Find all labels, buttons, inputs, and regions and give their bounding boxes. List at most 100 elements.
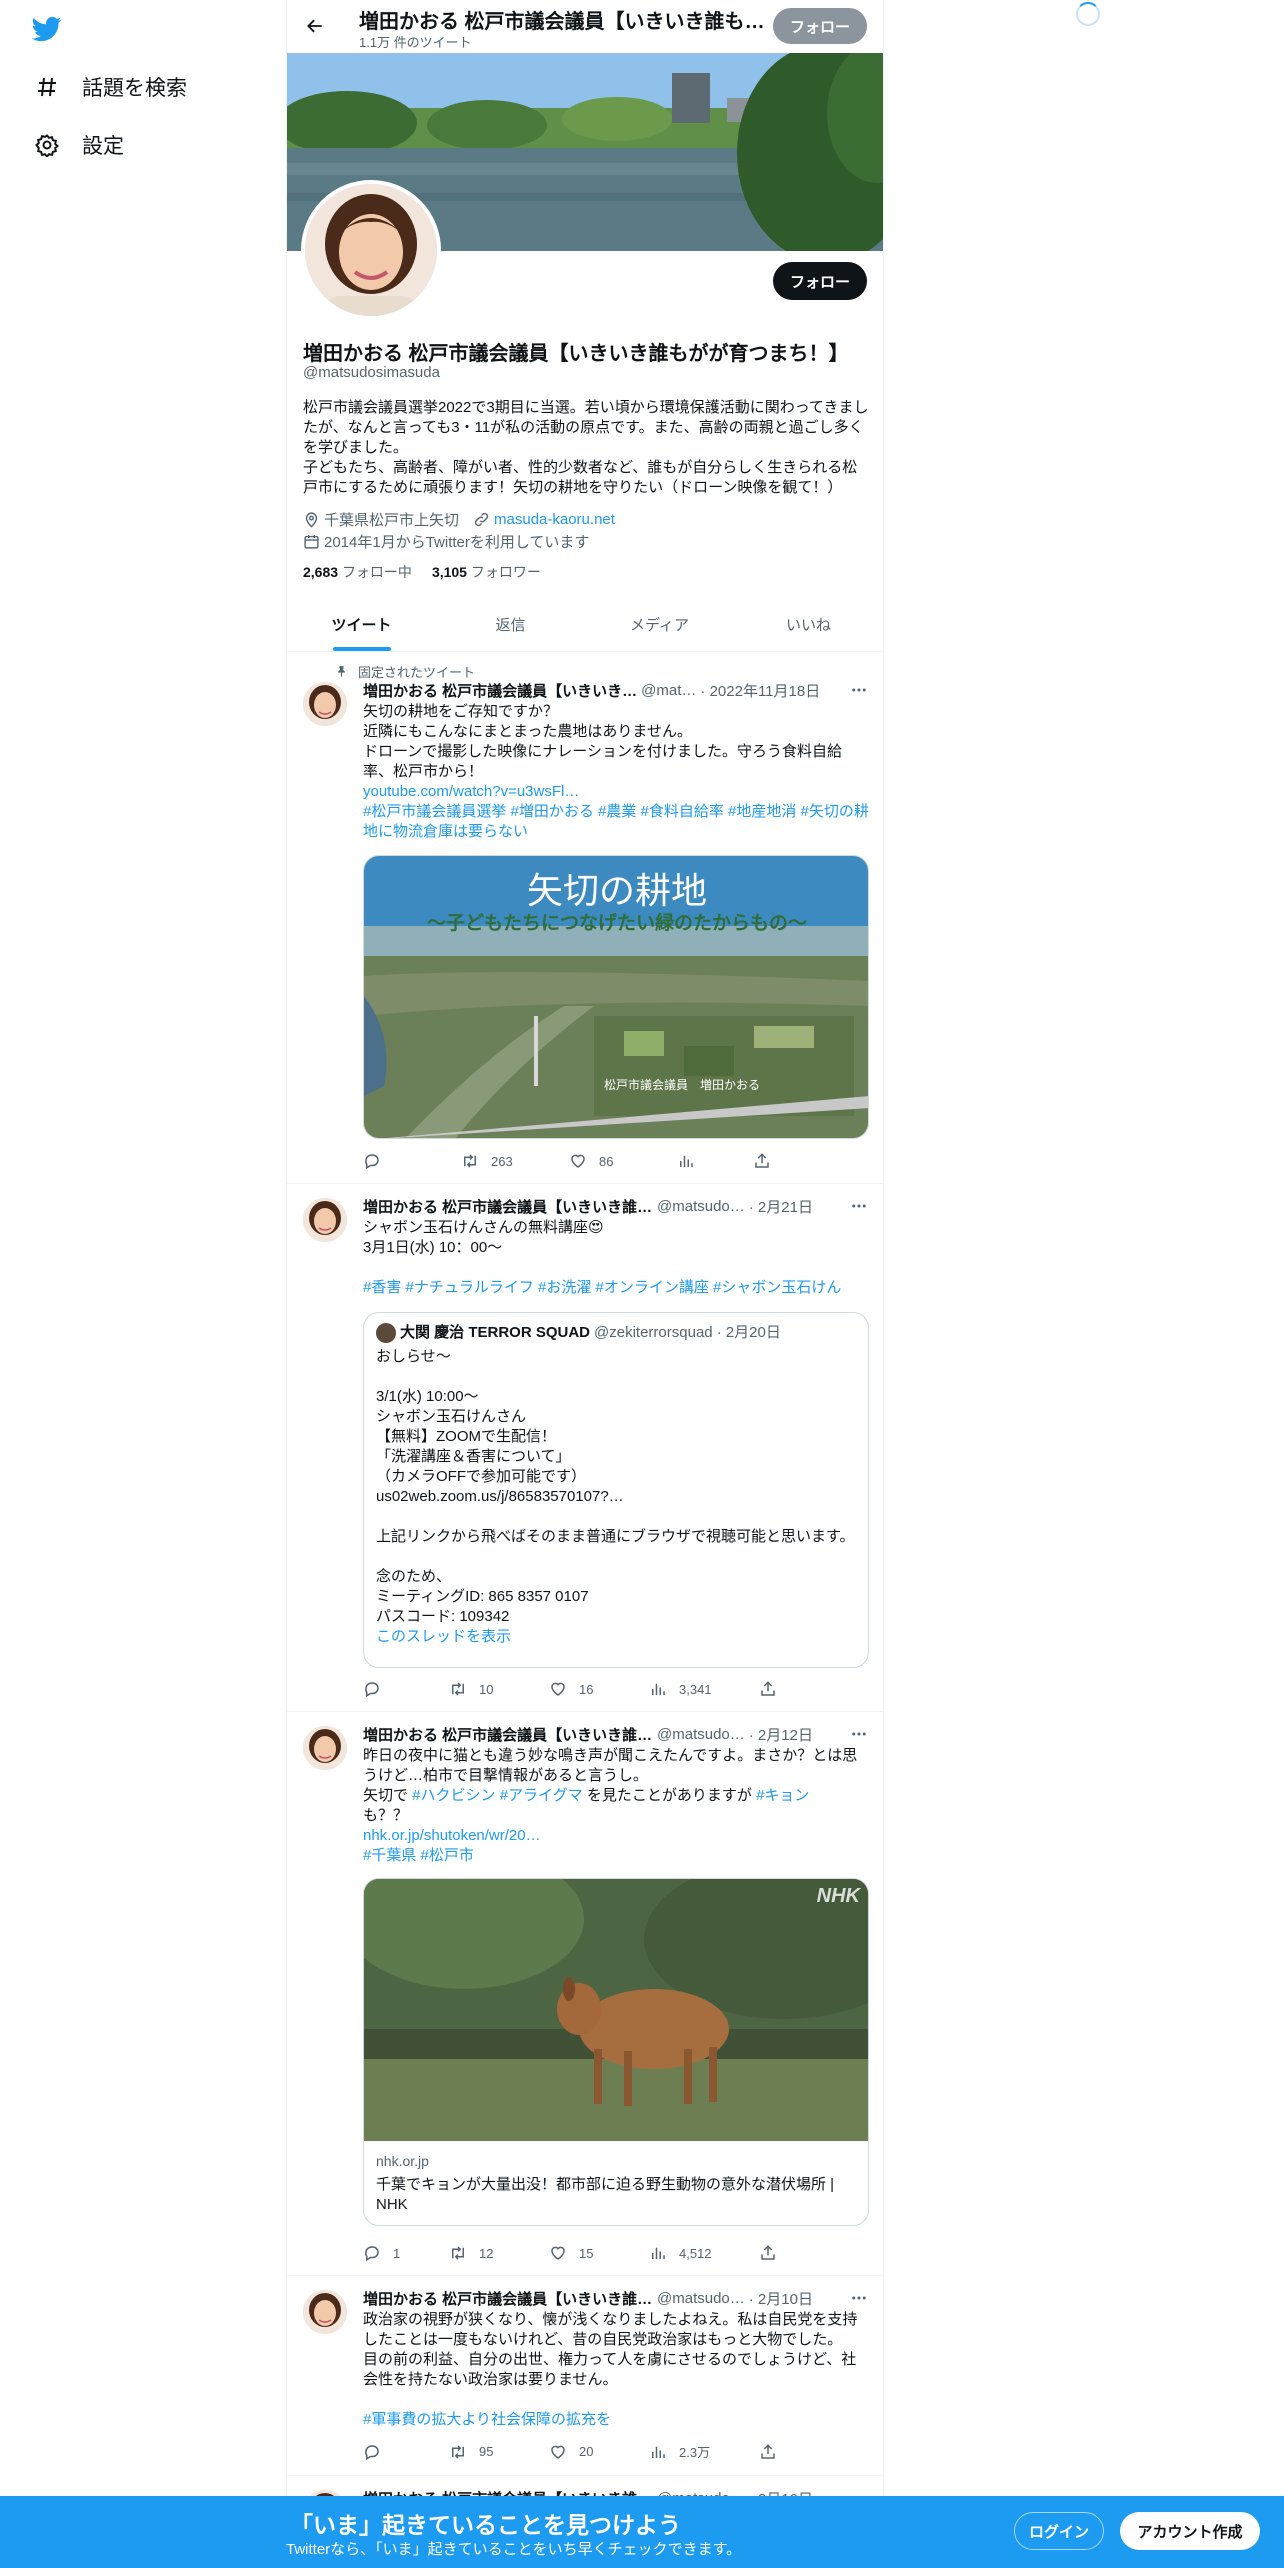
show-thread-link[interactable]: このスレッドを表示 xyxy=(376,1627,856,1647)
tweet-date[interactable]: · 2022年11月18日 xyxy=(700,680,820,701)
tweet[interactable]: 増田かおる 松戸市議会議員【いきいき誰も… @matsudo… · 2月12日 … xyxy=(287,1712,883,2276)
quote-line: ミーティングID: 865 8357 0107 xyxy=(376,1588,589,1605)
views-icon xyxy=(652,2247,665,2259)
quote-tweet[interactable]: 大関 慶治 TERROR SQUAD @zekiterrorsquad · 2月… xyxy=(363,1312,869,1668)
link-card[interactable]: NHK nhk.or.jp 千葉でキョンが大量出没！都市部に迫る野生動物の意外な… xyxy=(363,1878,869,2226)
reply-action[interactable] xyxy=(363,1680,449,1698)
signup-banner: 「いま」起きていることを見つけよう Twitterなら、「いま」起きていることを… xyxy=(0,2496,1284,2568)
quote-avatar[interactable] xyxy=(376,1323,396,1343)
like-action[interactable]: 16 xyxy=(549,1680,649,1698)
like-action[interactable]: 86 xyxy=(569,1152,677,1170)
tweet-author-name[interactable]: 増田かおる 松戸市議会議員【いきいき誰も… xyxy=(363,1196,653,1217)
nav-explore[interactable]: 話題を検索 xyxy=(34,72,187,102)
tweet-date[interactable]: · 2月12日 xyxy=(749,1724,813,1745)
tweet-author-handle[interactable]: @matsudo… xyxy=(657,1198,745,1215)
profile-avatar[interactable] xyxy=(301,180,441,320)
retweet-action[interactable]: 10 xyxy=(449,1680,549,1698)
hashtag-link[interactable]: #ハクビシン xyxy=(412,1787,495,1804)
share-action[interactable] xyxy=(753,1152,849,1170)
tweet[interactable]: 固定されたツイート 増田かおる 松戸市議会議員【いきいき… @mat… · 20… xyxy=(287,652,883,1184)
login-button[interactable]: ログイン xyxy=(1014,2512,1104,2550)
tweet-avatar[interactable] xyxy=(303,1198,347,1242)
following-count: 2,683 xyxy=(303,564,339,580)
hashtag-link[interactable]: #アライグマ xyxy=(500,1787,583,1804)
like-count: 20 xyxy=(579,2444,594,2459)
like-action[interactable]: 15 xyxy=(549,2244,649,2262)
more-options-icon[interactable] xyxy=(849,2288,869,2308)
retweet-count: 95 xyxy=(479,2444,494,2459)
followers-stat[interactable]: 3,105 フォロワー xyxy=(432,562,541,582)
tweet-avatar[interactable] xyxy=(303,682,347,726)
tweet-avatar[interactable] xyxy=(303,1726,347,1770)
reply-action[interactable]: 1 xyxy=(363,2244,449,2262)
retweet-action[interactable]: 263 xyxy=(461,1152,569,1170)
link-card-image[interactable]: NHK xyxy=(364,1879,868,2141)
bio-paragraph: 子どもたち、高齢者、障がい者、性的少数者など、誰もが自分らしく生きられる松戸市に… xyxy=(303,459,858,496)
tweet-line: 政治家の視野が狭くなり、懐が浅くなりましたよねえ。私は自民党を支持したことは一度… xyxy=(363,2311,858,2348)
following-stat[interactable]: 2,683 フォロー中 xyxy=(303,562,412,582)
like-action[interactable]: 20 xyxy=(549,2442,649,2461)
twitter-logo-icon[interactable] xyxy=(30,14,64,44)
views-action[interactable]: 3,341 xyxy=(649,1680,759,1698)
reply-action[interactable] xyxy=(363,1152,461,1170)
quote-line: 3/1(水) 10:00～ xyxy=(376,1388,479,1405)
tweet[interactable]: 増田かおる 松戸市議会議員【いきいき誰も… @matsudo… · 2月21日 … xyxy=(287,1184,883,1712)
profile-website[interactable]: masuda-kaoru.net xyxy=(473,511,615,528)
pin-icon xyxy=(338,666,345,677)
tab-likes[interactable]: いいね xyxy=(734,598,883,651)
views-action[interactable] xyxy=(677,1152,753,1170)
tweet-text: シャボン玉石けんさんの無料講座😍 3月1日(水) 10：00〜 #香害 #ナチュ… xyxy=(363,1218,869,1298)
tweet-avatar[interactable] xyxy=(303,2290,347,2334)
tweet-header: 増田かおる 松戸市議会議員【いきいき誰も… @matsudo… · 2月12日 xyxy=(363,1724,869,1744)
more-options-icon[interactable] xyxy=(849,1724,869,1744)
tweet-text-span: 矢切で xyxy=(363,1787,413,1804)
tweet[interactable]: 増田かおる 松戸市議会議員【いきいき誰も… @matsudo… · 2月10日 … xyxy=(287,2276,883,2476)
tweet-link[interactable]: youtube.com/watch?v=u3wsFl… xyxy=(363,783,579,800)
tab-replies[interactable]: 返信 xyxy=(436,598,585,651)
signup-banner-subtitle: Twitterなら、「いま」起きていることをいち早くチェックできます。 xyxy=(286,2541,742,2558)
website-link[interactable]: masuda-kaoru.net xyxy=(494,511,615,528)
hashtag-link[interactable]: #キョン xyxy=(756,1787,809,1804)
tweet-video-thumbnail[interactable]: 矢切の耕地 〜子どもたちにつなげたい緑のたからもの〜 松戸市議会議員 増田かおる xyxy=(363,855,869,1139)
loading-spinner-icon xyxy=(1076,2,1100,26)
share-action[interactable] xyxy=(759,2244,855,2262)
reply-action[interactable] xyxy=(363,2442,449,2461)
share-action[interactable] xyxy=(759,1680,855,1698)
tab-tweets[interactable]: ツイート xyxy=(287,598,436,651)
bio-paragraph: 松戸市議会議員選挙2022で3期目に当選。若い頃から環境保護活動に関わってきまし… xyxy=(303,399,869,456)
retweet-action[interactable]: 95 xyxy=(449,2442,549,2461)
tweet-author-handle[interactable]: @mat… xyxy=(641,682,696,699)
tweet-date[interactable]: · 2月21日 xyxy=(749,1196,813,1217)
share-action[interactable] xyxy=(759,2442,855,2461)
header-follow-button[interactable]: フォロー xyxy=(773,8,867,44)
views-action[interactable]: 2.3万 xyxy=(649,2442,759,2461)
tweet-line xyxy=(363,2390,869,2410)
create-account-button[interactable]: アカウント作成 xyxy=(1120,2512,1260,2550)
views-action[interactable]: 4,512 xyxy=(649,2244,759,2262)
tweet-author-name[interactable]: 増田かおる 松戸市議会議員【いきいき誰も… xyxy=(363,2288,653,2309)
retweet-icon xyxy=(452,2444,464,2459)
tweet-hashtags[interactable]: #松戸市議会議員選挙 #増田かおる #農業 #食料自給率 #地産地消 #矢切の耕… xyxy=(363,802,869,842)
tweet-author-handle[interactable]: @matsudo… xyxy=(657,2290,745,2307)
tweet-link[interactable]: nhk.or.jp/shutoken/wr/20… xyxy=(363,1827,541,1844)
tweet-line: 昨日の夜中に猫とも違う妙な鳴き声が聞こえたんですよ。まさか？とは思うけど…柏市で… xyxy=(363,1747,858,1784)
signup-banner-title: 「いま」起きていることを見つけよう xyxy=(290,2512,681,2538)
tweet-hashtags[interactable]: #軍事費の拡大より社会保障の拡充を xyxy=(363,2410,869,2430)
header-profile-name: 増田かおる 松戸市議会議員【いきいき誰もがが育つまち！】 xyxy=(359,11,769,33)
profile-joined: 2014年1月からTwitterを利用しています xyxy=(303,531,589,552)
tweet-author-handle[interactable]: @matsudo… xyxy=(657,1726,745,1743)
gear-icon xyxy=(34,132,60,158)
back-arrow-icon[interactable] xyxy=(301,12,329,40)
follow-button[interactable]: フォロー xyxy=(773,262,867,300)
nav-settings[interactable]: 設定 xyxy=(34,130,124,160)
tweet-date[interactable]: · 2月10日 xyxy=(749,2288,813,2309)
tweet-author-name[interactable]: 増田かおる 松戸市議会議員【いきいき… xyxy=(363,680,637,701)
retweet-action[interactable]: 12 xyxy=(449,2244,549,2262)
tab-media[interactable]: メディア xyxy=(585,598,734,651)
tweet-body: 増田かおる 松戸市議会議員【いきいき誰も… @matsudo… · 2月21日 … xyxy=(363,1196,869,1298)
tweet-hashtags[interactable]: #香害 #ナチュラルライフ #お洗濯 #オンライン講座 #シャボン玉石けん xyxy=(363,1278,869,1298)
more-options-icon[interactable] xyxy=(849,680,869,700)
tweet-author-name[interactable]: 増田かおる 松戸市議会議員【いきいき誰も… xyxy=(363,1724,653,1745)
tweet-hashtags[interactable]: #千葉県 #松戸市 xyxy=(363,1846,869,1866)
more-options-icon[interactable] xyxy=(849,1196,869,1216)
